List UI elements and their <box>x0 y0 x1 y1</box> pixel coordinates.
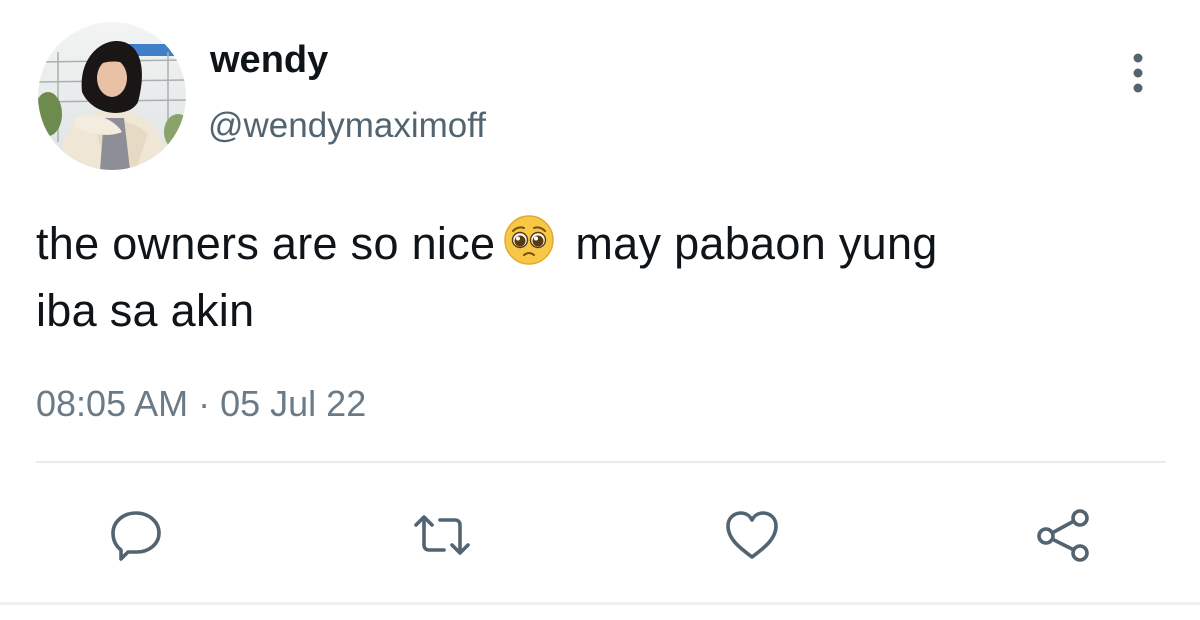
tweet-text-line2: iba sa akin <box>36 285 255 336</box>
bottom-divider <box>0 602 1200 605</box>
divider <box>36 461 1166 463</box>
tweet-text-part2: may pabaon yung <box>575 218 938 269</box>
user-handle[interactable]: @wendymaximoff <box>208 104 486 148</box>
share-nodes-icon <box>1037 509 1089 562</box>
reply-button[interactable] <box>106 505 166 565</box>
more-options-button[interactable] <box>1118 48 1158 98</box>
tweet-time: 08:05 AM <box>36 383 189 424</box>
tweet-text: the owners are so nice may pabaon yung i… <box>36 210 1156 344</box>
more-vertical-icon <box>1133 53 1143 93</box>
tweet-card: wendy @wendymaximoff the owners are so n… <box>0 0 1200 620</box>
share-button[interactable] <box>1034 505 1094 565</box>
like-button[interactable] <box>722 505 782 565</box>
tweet-timestamp[interactable]: 08:05 AM · 05 Jul 22 <box>36 382 366 426</box>
retweet-button[interactable] <box>412 505 472 565</box>
retweet-icon <box>414 515 470 555</box>
tweet-date: 05 Jul 22 <box>220 383 367 424</box>
tweet-text-part1: the owners are so nice <box>36 218 496 269</box>
display-name[interactable]: wendy <box>210 36 328 84</box>
reply-bubble-icon <box>111 511 161 561</box>
heart-icon <box>726 511 778 559</box>
avatar-photo-icon <box>38 22 186 170</box>
pleading-face-emoji-icon <box>503 214 555 266</box>
timestamp-separator: · <box>198 383 211 424</box>
avatar[interactable] <box>38 22 186 170</box>
